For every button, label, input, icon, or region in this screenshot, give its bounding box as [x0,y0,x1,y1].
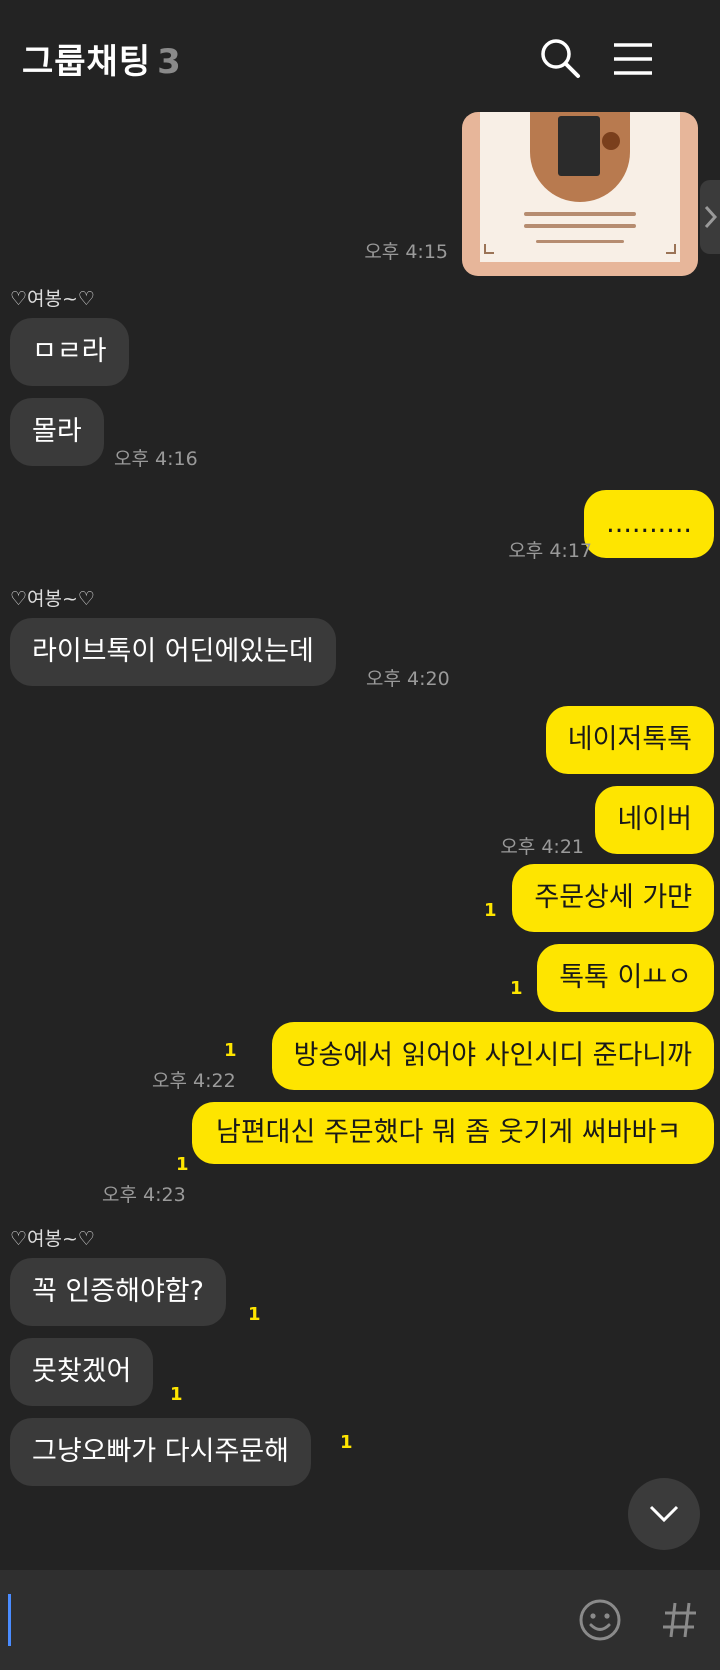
sent-message[interactable]: 남편대신 주문했다 뭐 좀 웃기게 써바바ㅋ [192,1102,714,1164]
scroll-to-bottom-button[interactable] [628,1478,700,1550]
search-icon[interactable] [536,34,586,84]
sent-message[interactable]: 네이버 [595,786,714,854]
text-caret [8,1594,11,1646]
chat-title: 그룹채팅 3 [22,34,182,83]
unread-count: 1 [484,900,497,921]
received-message[interactable]: ㅁㄹ라 [10,318,129,386]
received-message[interactable]: 그냥오빠가 다시주문해 [10,1418,311,1486]
unread-count: 1 [248,1304,261,1325]
message-input[interactable] [0,1570,560,1670]
message-time: 오후 4:17 [508,540,592,562]
message-time: 오후 4:22 [152,1070,236,1092]
unread-count: 1 [340,1432,353,1453]
chat-messages[interactable]: 오후 4:15 ♡여봉~♡ ㅁㄹ라 몰라 오후 4:16 .......... … [0,112,720,1570]
chevron-down-icon [649,1505,679,1523]
sender-name: ♡여봉~♡ [10,1228,95,1250]
unread-count: 1 [170,1384,183,1405]
product-image [558,116,600,176]
received-message[interactable]: 라이브톡이 어딘에있는데 [10,618,336,686]
hashtag-icon[interactable] [660,1598,700,1642]
message-time: 오후 4:20 [366,668,450,690]
hamburger-menu-icon[interactable] [608,34,658,84]
sent-message[interactable]: 방송에서 읽어야 사인시디 준다니까 [271,1022,714,1090]
shared-image [480,112,680,262]
chat-header: 그룹채팅 3 [0,0,720,112]
sent-message[interactable]: 톡톡 이ㅛㅇ [537,944,714,1012]
share-chevron-button[interactable] [700,180,720,254]
sent-message[interactable]: 네이저톡톡 [545,706,714,774]
sent-message[interactable]: .......... [584,490,714,558]
message-time: 오후 4:23 [102,1184,186,1206]
message-time: 오후 4:21 [500,836,584,858]
member-count[interactable]: 3 [157,42,182,82]
received-message[interactable]: 몰라 [10,398,104,466]
image-message[interactable] [462,112,698,276]
emoji-icon[interactable] [576,1596,624,1644]
unread-count: 1 [176,1154,189,1175]
received-message[interactable]: 꼭 인증해야함? [10,1258,226,1326]
chat-room-name: 그룹채팅 [22,42,152,82]
sender-name: ♡여봉~♡ [10,588,95,610]
message-time: 오후 4:16 [114,448,198,470]
message-input-bar [0,1570,720,1670]
sent-message[interactable]: 주문상세 가먄 [512,864,714,932]
received-message[interactable]: 못찾겠어 [10,1338,154,1406]
unread-count: 1 [224,1040,237,1061]
message-time: 오후 4:15 [364,241,448,263]
unread-count: 1 [510,978,523,999]
sender-name: ♡여봉~♡ [10,288,95,310]
